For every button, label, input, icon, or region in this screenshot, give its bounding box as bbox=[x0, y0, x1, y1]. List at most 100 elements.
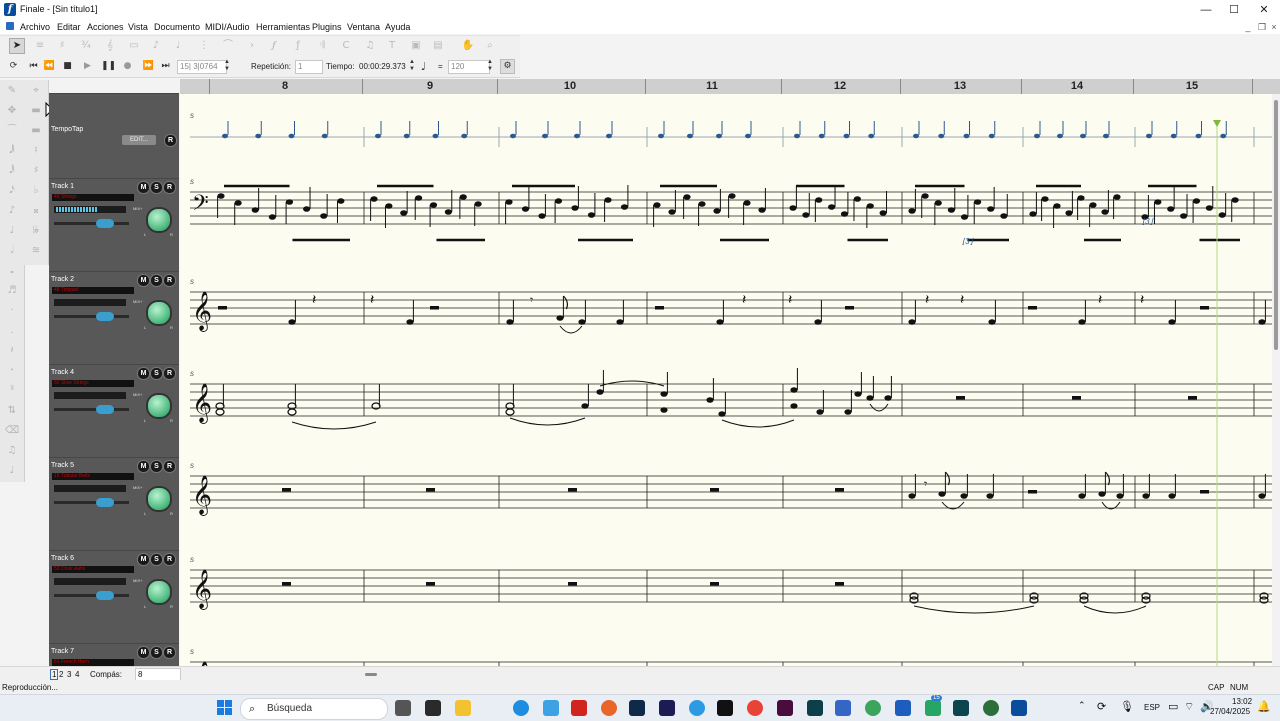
solo-button[interactable]: S bbox=[150, 460, 163, 473]
simple-entry-tool-icon[interactable]: ♪ bbox=[148, 38, 164, 54]
n-app-icon[interactable] bbox=[717, 700, 733, 716]
solo-button[interactable]: S bbox=[150, 181, 163, 194]
firefox-icon[interactable] bbox=[601, 700, 617, 716]
language-indicator[interactable]: ESP bbox=[1144, 703, 1160, 712]
menu-ayuda[interactable]: Ayuda bbox=[385, 22, 410, 32]
dynamics-tool-icon[interactable]: ƒ bbox=[290, 38, 306, 54]
time-spinner[interactable]: ▲ ▼ bbox=[408, 59, 416, 74]
script-app-icon[interactable] bbox=[807, 700, 823, 716]
doc-close-button[interactable]: × bbox=[1268, 22, 1280, 32]
counter-display[interactable]: 15| 3|0764 bbox=[177, 60, 227, 74]
instrument-select[interactable]: 15 Tubular Bells bbox=[52, 473, 134, 480]
tray-expand-icon[interactable]: ⌃ bbox=[1078, 701, 1086, 711]
grace-note-icon[interactable]: ꞏ bbox=[3, 362, 21, 380]
menu-herramientas[interactable]: Herramientas bbox=[256, 22, 310, 32]
photoshop-icon[interactable] bbox=[629, 700, 645, 716]
layer-icon[interactable]: ♩ bbox=[3, 462, 21, 480]
audition-icon[interactable] bbox=[659, 700, 675, 716]
instrument-select[interactable]: 53 Choir Aahs bbox=[52, 566, 134, 573]
measure-number[interactable]: 9 bbox=[427, 80, 433, 92]
mute-button[interactable]: M bbox=[137, 367, 150, 380]
move-icon[interactable]: ✥ bbox=[3, 102, 21, 120]
instrument-select[interactable]: 48 Timpani bbox=[52, 287, 134, 294]
volume-slider[interactable] bbox=[54, 594, 129, 597]
vertical-scroll-thumb[interactable] bbox=[1274, 100, 1278, 350]
whatsapp-icon[interactable] bbox=[925, 700, 941, 716]
note-quarter-icon[interactable]: ♩ bbox=[3, 222, 21, 240]
zoom-tool-icon[interactable]: ⌕ bbox=[482, 38, 498, 54]
terminal-icon[interactable] bbox=[425, 700, 441, 716]
menu-documento[interactable]: Documento bbox=[154, 22, 200, 32]
pan-knob[interactable] bbox=[146, 486, 172, 512]
measure-number[interactable]: 11 bbox=[706, 80, 718, 92]
staff-tool-icon[interactable]: ≡ bbox=[32, 38, 48, 54]
edge-browser-icon[interactable] bbox=[513, 700, 529, 716]
record-button[interactable]: R bbox=[163, 460, 176, 473]
note-32nd-icon[interactable]: 𝅘𝅥𝅱 bbox=[3, 162, 21, 180]
play-icon[interactable]: ▶ bbox=[80, 59, 95, 74]
mute-button[interactable]: M bbox=[137, 646, 150, 659]
close-button[interactable]: ✕ bbox=[1248, 0, 1280, 20]
graphics-tool-icon[interactable]: ▣ bbox=[408, 38, 424, 54]
pencil-icon[interactable]: ✎ bbox=[3, 82, 21, 100]
page-tab-3[interactable]: 3 bbox=[67, 670, 71, 679]
windows-start-icon[interactable] bbox=[217, 700, 233, 716]
menu-ventana[interactable]: Ventana bbox=[347, 22, 380, 32]
page-layout-tool-icon[interactable]: ▤ bbox=[430, 38, 446, 54]
solo-button[interactable]: S bbox=[150, 274, 163, 287]
record-button[interactable]: R bbox=[163, 646, 176, 659]
smart-pointer-icon[interactable]: ⌖ bbox=[27, 82, 45, 100]
doc-minimize-button[interactable]: _ bbox=[1242, 22, 1254, 32]
finale-taskbar-icon[interactable] bbox=[1011, 700, 1027, 716]
sharp-icon[interactable]: ♯ bbox=[27, 162, 45, 180]
clef-tool-icon[interactable]: 𝄞 bbox=[102, 38, 118, 54]
menu-editar[interactable]: Editar bbox=[57, 22, 81, 32]
azure-icon[interactable] bbox=[835, 700, 851, 716]
tempo-spinner[interactable]: ▲ ▼ bbox=[486, 59, 494, 74]
measure-number[interactable]: 15 bbox=[1186, 80, 1198, 92]
selection-tool-icon[interactable]: ➤ bbox=[9, 38, 25, 54]
score-view[interactable]: ss𝄢s𝄞s𝄞s𝄞s𝄞s𝄞⌊3⌋⌊3⌋𝄽𝄽𝄾𝄽𝄽𝄽𝄽𝄽𝄽𝄾 bbox=[180, 94, 1272, 666]
repeat-input[interactable]: 1 bbox=[295, 60, 323, 74]
measure-number[interactable]: 13 bbox=[954, 80, 966, 92]
volume-slider-knob[interactable] bbox=[96, 498, 114, 507]
record-icon[interactable]: ● bbox=[120, 59, 135, 74]
key-signature-tool-icon[interactable]: ♯ bbox=[54, 38, 70, 54]
doc-restore-button[interactable]: ❐ bbox=[1256, 22, 1268, 32]
volume-slider-knob[interactable] bbox=[96, 405, 114, 414]
eraser-icon[interactable]: ⌫ bbox=[3, 422, 21, 440]
solo-button[interactable]: S bbox=[150, 646, 163, 659]
counter-spinner[interactable]: ▲ ▼ bbox=[222, 59, 232, 74]
measure-tool-icon[interactable]: ▭ bbox=[126, 38, 142, 54]
chord-tool-icon[interactable]: C bbox=[338, 38, 354, 54]
ties-icon[interactable]: ⁀ bbox=[3, 122, 21, 140]
measure-number[interactable]: 12 bbox=[834, 80, 846, 92]
sync-icon[interactable]: ⟳ bbox=[1097, 700, 1106, 713]
maximize-button[interactable]: ☐ bbox=[1218, 0, 1250, 20]
dot-icon[interactable]: · bbox=[3, 302, 21, 320]
cloud-app-icon[interactable] bbox=[689, 700, 705, 716]
horizontal-scroll-thumb[interactable] bbox=[365, 673, 377, 676]
record-button[interactable]: R bbox=[163, 367, 176, 380]
measure-number[interactable]: 14 bbox=[1071, 80, 1083, 92]
terminal2-icon[interactable] bbox=[953, 700, 969, 716]
double-sharp-icon[interactable]: 𝄪 bbox=[27, 202, 45, 220]
solo-button[interactable]: S bbox=[150, 553, 163, 566]
natural-icon[interactable]: ♮ bbox=[27, 142, 45, 160]
task-view-icon[interactable] bbox=[395, 700, 411, 716]
volume-slider-knob[interactable] bbox=[96, 312, 114, 321]
note-64th-icon[interactable]: 𝅘𝅥𝅲 bbox=[3, 142, 21, 160]
playback-settings-gear-icon[interactable]: ⚙ bbox=[500, 59, 515, 74]
tempo-input[interactable]: 120 bbox=[448, 60, 490, 74]
record-button[interactable]: R bbox=[163, 181, 176, 194]
menu-plugins[interactable]: Plugins bbox=[312, 22, 342, 32]
rest-icon[interactable]: 𝄽 bbox=[3, 342, 21, 360]
menu-acciones[interactable]: Acciones bbox=[87, 22, 124, 32]
instrument-select[interactable]: 49 Strings bbox=[52, 194, 134, 201]
pause-icon[interactable]: ❚❚ bbox=[101, 59, 116, 74]
flip-icon[interactable]: ⇅ bbox=[3, 402, 21, 420]
tuplet-icon[interactable]: ³ bbox=[3, 382, 21, 400]
instrument-select[interactable]: 50 Slow Strings bbox=[52, 380, 134, 387]
note-eighth-icon[interactable]: ♪ bbox=[3, 202, 21, 220]
volume-slider-knob[interactable] bbox=[96, 219, 114, 228]
